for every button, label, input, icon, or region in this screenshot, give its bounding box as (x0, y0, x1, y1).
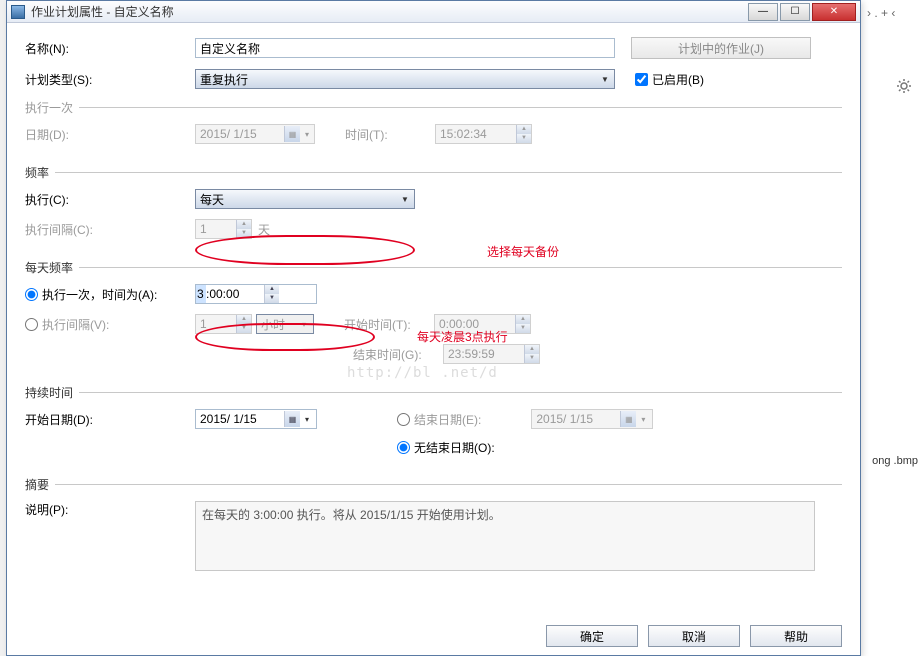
chevron-down-icon: ▼ (398, 191, 412, 207)
no-end-date-radio-wrap[interactable]: 无结束日期(O): (397, 439, 495, 456)
spinner-icon: ▲▼ (515, 315, 530, 333)
spinner-icon: ▲▼ (524, 345, 539, 363)
freq-interval-label: 执行间隔(C): (25, 221, 195, 238)
enabled-checkbox[interactable] (635, 73, 648, 86)
daily-end-label: 结束时间(G): (353, 346, 443, 363)
daily-end-time-picker: ▲▼ (443, 344, 540, 364)
calendar-icon[interactable]: ▦ (284, 411, 300, 427)
spinner-icon: ▲▼ (516, 125, 531, 143)
exec-frequency-select[interactable]: 每天 ▼ (195, 189, 415, 209)
daily-once-time-rest[interactable] (206, 285, 264, 303)
once-date-label: 日期(D): (25, 126, 195, 143)
background-filename: ong .bmp (872, 455, 918, 467)
chevron-down-icon: ▾ (636, 411, 650, 427)
start-date-picker[interactable]: ▦ ▾ (195, 409, 317, 429)
help-button[interactable]: 帮助 (750, 625, 842, 647)
window-title: 作业计划属性 - 自定义名称 (31, 3, 746, 20)
annotation-text-2: 每天凌晨3点执行 (417, 328, 508, 345)
schedule-type-value: 重复执行 (200, 71, 248, 88)
duration-legend: 持续时间 (25, 384, 79, 401)
background-toolbar: › . + ‹ (861, 0, 920, 26)
end-date-label: 结束日期(E): (414, 411, 481, 428)
gear-icon[interactable] (896, 78, 912, 94)
dialog-window: 作业计划属性 - 自定义名称 — ☐ ✕ 名称(N): 计划中的作业(J) 计划… (6, 0, 861, 656)
freq-interval-unit: 天 (258, 221, 270, 238)
summary-textarea[interactable]: 在每天的 3:00:00 执行。将从 2015/1/15 开始使用计划。 (195, 501, 815, 571)
start-date-value[interactable] (196, 410, 284, 428)
execute-once-legend: 执行一次 (25, 99, 79, 116)
daily-interval-radio-wrap[interactable]: 执行间隔(V): (25, 316, 195, 333)
maximize-button[interactable]: ☐ (780, 3, 810, 21)
calendar-icon: ▦ (620, 411, 636, 427)
daily-once-label: 执行一次，时间为(A): (42, 286, 157, 303)
name-input[interactable] (195, 38, 615, 58)
once-date-picker: ▦ ▾ (195, 124, 315, 144)
titlebar: 作业计划属性 - 自定义名称 — ☐ ✕ (7, 1, 860, 23)
once-time-picker: ▲▼ (435, 124, 532, 144)
spinner-icon: ▲▼ (236, 220, 251, 238)
daily-once-time-picker[interactable]: ▲▼ (195, 284, 317, 304)
daily-interval-stepper: ▲▼ (195, 314, 252, 334)
exec-label: 执行(C): (25, 191, 195, 208)
frequency-group: 频率 执行(C): 每天 ▼ 执行间隔(C): ▲▼ 天 (25, 164, 842, 253)
end-date-picker: ▦ ▾ (531, 409, 653, 429)
daily-once-radio-wrap[interactable]: 执行一次，时间为(A): (25, 286, 195, 303)
cancel-button[interactable]: 取消 (648, 625, 740, 647)
daily-interval-unit: 小时 (261, 316, 285, 333)
close-button[interactable]: ✕ (812, 3, 856, 21)
start-date-label: 开始日期(D): (25, 411, 195, 428)
daily-legend: 每天频率 (25, 259, 79, 276)
end-date-radio-wrap[interactable]: 结束日期(E): (397, 411, 481, 428)
end-date-radio[interactable] (397, 413, 410, 426)
no-end-date-label: 无结束日期(O): (414, 439, 495, 456)
schedule-type-select[interactable]: 重复执行 ▼ (195, 69, 615, 89)
once-time-label: 时间(T): (345, 126, 435, 143)
summary-group: 摘要 说明(P): 在每天的 3:00:00 执行。将从 2015/1/15 开… (25, 476, 842, 585)
ok-button[interactable]: 确定 (546, 625, 638, 647)
daily-once-radio[interactable] (25, 288, 38, 301)
no-end-date-radio[interactable] (397, 441, 410, 454)
enabled-label: 已启用(B) (652, 71, 704, 88)
calendar-icon: ▦ (284, 126, 300, 142)
spinner-icon: ▲▼ (236, 315, 251, 333)
once-time-value (436, 125, 516, 143)
app-icon (11, 5, 25, 19)
chevron-down-icon: ▼ (598, 71, 612, 87)
exec-frequency-value: 每天 (200, 191, 224, 208)
daily-end-value (444, 345, 524, 363)
freq-interval-value (196, 220, 236, 238)
frequency-legend: 频率 (25, 164, 55, 181)
daily-once-time-hour[interactable] (196, 285, 206, 303)
chevron-down-icon: ▾ (297, 316, 311, 332)
daily-interval-unit-select: 小时 ▾ (256, 314, 314, 334)
summary-desc-label: 说明(P): (25, 501, 195, 518)
chevron-down-icon[interactable]: ▾ (300, 411, 314, 427)
annotation-text-1: 选择每天备份 (487, 243, 559, 260)
freq-interval-stepper: ▲▼ (195, 219, 252, 239)
schedule-type-label: 计划类型(S): (25, 71, 195, 88)
enabled-checkbox-wrap[interactable]: 已启用(B) (635, 71, 704, 88)
spinner-icon[interactable]: ▲▼ (264, 285, 279, 303)
daily-frequency-group: 每天频率 执行一次，时间为(A): ▲▼ 执行间隔(V): ▲▼ (25, 259, 842, 378)
daily-interval-label: 执行间隔(V): (42, 316, 109, 333)
daily-interval-radio[interactable] (25, 318, 38, 331)
execute-once-group: 执行一次 日期(D): ▦ ▾ 时间(T): ▲▼ (25, 99, 842, 158)
once-date-value (196, 125, 284, 143)
end-date-value (532, 410, 620, 428)
chevron-down-icon: ▾ (300, 126, 314, 142)
daily-interval-value (196, 315, 236, 333)
minimize-button[interactable]: — (748, 3, 778, 21)
summary-legend: 摘要 (25, 476, 55, 493)
duration-group: 持续时间 开始日期(D): ▦ ▾ 结束日期(E): ▦ ▾ (25, 384, 842, 470)
jobs-in-schedule-button[interactable]: 计划中的作业(J) (631, 37, 811, 59)
name-label: 名称(N): (25, 40, 195, 57)
